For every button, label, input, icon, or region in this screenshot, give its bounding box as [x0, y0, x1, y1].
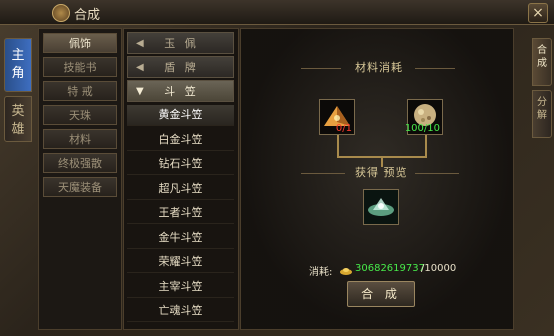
- divider: [301, 68, 341, 69]
- category-special-ring[interactable]: 特 戒: [43, 81, 117, 101]
- craft-button[interactable]: 合 成: [347, 281, 415, 307]
- subcategory-shield[interactable]: ◀ 盾 牌: [127, 56, 234, 78]
- tab-label: 解: [537, 110, 547, 121]
- materials-title: 材料消耗: [355, 61, 403, 74]
- title-bar: 合成 ×: [0, 0, 554, 25]
- cost-required: /10000: [421, 263, 457, 274]
- right-tabs: 合 成 分 解: [532, 38, 552, 142]
- category-material[interactable]: 材料: [43, 129, 117, 149]
- left-tabs: 主 角 英 雄: [4, 38, 32, 146]
- item-list-panel: ◀ 玉 佩 ◀ 盾 牌 ▼ 斗 笠 黄金斗笠 白金斗笠 钻石斗笠 超凡斗笠 王者…: [123, 28, 239, 330]
- category-ultimate-enhance[interactable]: 终极强散: [43, 153, 117, 173]
- tab-label: 成: [537, 58, 547, 69]
- material-count: 0/1: [335, 123, 352, 134]
- category-heavenly-bead[interactable]: 天珠: [43, 105, 117, 125]
- list-item[interactable]: 超凡斗笠: [127, 179, 234, 200]
- list-item[interactable]: 钻石斗笠: [127, 154, 234, 175]
- hat-result-icon: [364, 190, 398, 224]
- tab-main-character[interactable]: 主 角: [4, 38, 32, 92]
- list-item[interactable]: 白金斗笠: [127, 130, 234, 151]
- cost-label: 消耗:: [309, 267, 333, 278]
- list-item[interactable]: 王者斗笠: [127, 203, 234, 224]
- material-slot-1[interactable]: 0/1: [319, 99, 355, 135]
- divider: [301, 173, 345, 174]
- tab-label: 英: [11, 104, 25, 119]
- divider: [415, 68, 455, 69]
- window-icon: [52, 4, 70, 22]
- synthesis-panel: 材料消耗 0/1 100/10 获得 预览 消耗: 30682619737 /1…: [240, 28, 514, 330]
- window-title: 合成: [74, 8, 101, 23]
- result-slot[interactable]: [363, 189, 399, 225]
- list-item[interactable]: 荣耀斗笠: [127, 252, 234, 273]
- tab-label: 角: [11, 66, 25, 81]
- category-demon-gear[interactable]: 天魔装备: [43, 177, 117, 197]
- list-item[interactable]: 亡魂斗笠: [127, 301, 234, 322]
- connector-line: [337, 135, 339, 157]
- preview-title: 获得 预览: [355, 166, 408, 179]
- tab-label: 合: [537, 45, 547, 56]
- close-button[interactable]: ×: [528, 3, 548, 23]
- tab-label: 分: [537, 97, 547, 108]
- material-count: 100/10: [404, 123, 440, 134]
- subcategory-label: 玉 佩: [164, 37, 199, 50]
- category-panel: 佩饰 技能书 特 戒 天珠 材料 终极强散 天魔装备: [38, 28, 122, 330]
- divider: [415, 173, 459, 174]
- subcategory-label: 盾 牌: [164, 61, 199, 74]
- tab-synthesis[interactable]: 合 成: [532, 38, 552, 86]
- cost-value: 30682619737: [355, 263, 425, 274]
- tab-label: 主: [11, 48, 25, 63]
- list-item[interactable]: 主宰斗笠: [127, 277, 234, 298]
- tab-decompose[interactable]: 分 解: [532, 90, 552, 138]
- tab-hero[interactable]: 英 雄: [4, 96, 32, 142]
- subcategory-label: 斗 笠: [164, 85, 199, 98]
- tab-label: 雄: [11, 122, 25, 137]
- subcategory-jade-pendant[interactable]: ◀ 玉 佩: [127, 32, 234, 54]
- list-item[interactable]: 金牛斗笠: [127, 228, 234, 249]
- category-skill-book[interactable]: 技能书: [43, 57, 117, 77]
- category-accessory[interactable]: 佩饰: [43, 33, 117, 53]
- subcategory-bamboo-hat[interactable]: ▼ 斗 笠: [127, 80, 234, 102]
- connector-line: [425, 135, 427, 157]
- list-item[interactable]: 黄金斗笠: [127, 105, 234, 126]
- material-slot-2[interactable]: 100/10: [404, 99, 443, 135]
- gold-ingot-icon: [340, 268, 352, 275]
